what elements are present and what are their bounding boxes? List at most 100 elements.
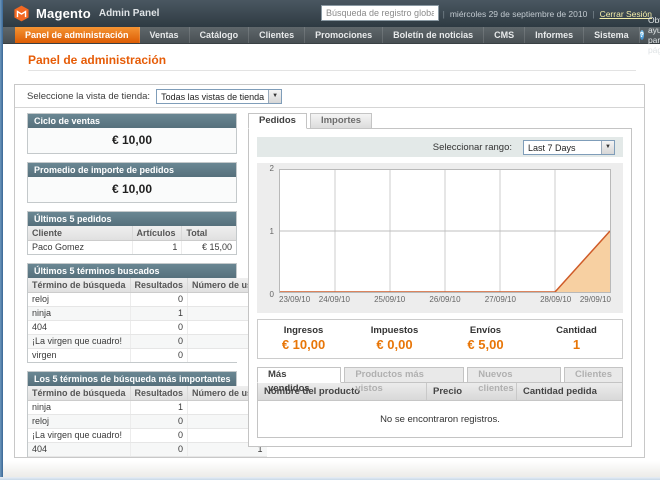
order-customer: Paco Gomez xyxy=(28,241,132,255)
current-date: miércoles 29 de septiembre de 2010 xyxy=(450,9,588,19)
bottom-tabs: Más vendidos Productos más vistos Nuevos… xyxy=(257,367,623,383)
chart-x-axis: 23/09/10 24/09/10 25/09/10 26/09/10 27/09/10… xyxy=(279,293,611,306)
last-orders-card: Últimos 5 pedidos Cliente Artículos Tota… xyxy=(27,211,237,255)
column-header: Término de búsqueda xyxy=(28,386,130,401)
table-row[interactable]: ¡La virgen que cuadro! 0 2 xyxy=(28,335,267,349)
table-row[interactable]: ninja 1 10 xyxy=(28,307,267,321)
page-title: Panel de administración xyxy=(28,53,166,67)
logout-link[interactable]: Cerrar Sesión xyxy=(600,9,652,19)
average-order-card: Promedio de importe de pedidos € 10,00 xyxy=(27,162,237,203)
chart-x-tick: 28/09/10 xyxy=(540,295,571,304)
table-row[interactable]: virge 0 1 xyxy=(28,457,267,458)
nav-item-ventas[interactable]: Ventas xyxy=(140,27,190,43)
tab-importes[interactable]: Importes xyxy=(310,113,372,129)
brand-name: Magento xyxy=(36,6,91,21)
last-orders-title: Últimos 5 pedidos xyxy=(28,212,236,226)
help-icon: ? xyxy=(640,30,644,40)
nav-item-cms[interactable]: CMS xyxy=(484,27,525,43)
table-row[interactable]: virgen 0 1 xyxy=(28,349,267,363)
stat-impuestos: Impuestos € 0,00 xyxy=(349,325,440,352)
chevron-down-icon: ▼ xyxy=(268,90,281,103)
global-search-input[interactable] xyxy=(321,5,439,21)
chart-y-tick: 1 xyxy=(270,228,274,236)
tab-nuevos-clientes[interactable]: Nuevos clientes xyxy=(467,367,561,383)
average-order-value: € 10,00 xyxy=(28,177,236,202)
chart-x-tick: 27/09/10 xyxy=(485,295,516,304)
column-header: Total xyxy=(182,226,236,241)
nav-item-promociones[interactable]: Promociones xyxy=(305,27,383,43)
lifetime-sales-title: Ciclo de ventas xyxy=(28,114,236,128)
orders-panel: Seleccionar rango: Last 7 Days ▼ 0 1 2 23/… xyxy=(248,128,632,447)
orders-chart: 0 1 2 23/09/10 24/09/10 25/09/10 26/09/10 27/0… xyxy=(257,163,623,313)
tab-mas-vendidos[interactable]: Más vendidos xyxy=(257,367,341,383)
separator: | xyxy=(592,9,594,19)
tab-clientes[interactable]: Clientes xyxy=(564,367,623,383)
lifetime-sales-value: € 10,00 xyxy=(28,128,236,153)
magento-admin-dashboard: Magento Admin Panel Accedió como apardo … xyxy=(0,0,660,480)
order-items: 1 xyxy=(132,241,182,255)
average-order-title: Promedio de importe de pedidos xyxy=(28,163,236,177)
nav-item-boletin[interactable]: Boletín de noticias xyxy=(383,27,484,43)
stat-ingresos: Ingresos € 10,00 xyxy=(258,325,349,352)
dashboard-left-column: Ciclo de ventas € 10,00 Promedio de impo… xyxy=(27,113,237,447)
range-select[interactable]: Last 7 Days ▼ xyxy=(523,140,615,155)
range-label: Seleccionar rango: xyxy=(433,142,512,153)
nav-item-catalogo[interactable]: Catálogo xyxy=(190,27,250,43)
column-header: Artículos xyxy=(132,226,182,241)
bestsellers-empty-row: No se encontraron registros. xyxy=(258,401,622,437)
nav-item-informes[interactable]: Informes xyxy=(525,27,584,43)
column-header: Resultados xyxy=(130,278,188,293)
table-row[interactable]: reloj 0 2 xyxy=(28,293,267,307)
totals-bar: Ingresos € 10,00 Impuestos € 0,00 Envíos… xyxy=(257,319,623,359)
table-row[interactable]: Paco Gomez 1 € 15,00 xyxy=(28,241,236,255)
order-total: € 15,00 xyxy=(182,241,236,255)
dashboard-content: Ciclo de ventas € 10,00 Promedio de impo… xyxy=(15,109,644,457)
top-search-terms-card: Los 5 términos de búsqueda más important… xyxy=(27,371,237,457)
store-view-bar: Seleccione la vista de tienda: Todas las… xyxy=(15,85,644,108)
top-search-terms-title: Los 5 términos de búsqueda más important… xyxy=(28,372,236,386)
chevron-down-icon: ▼ xyxy=(601,141,614,154)
orders-area-svg xyxy=(280,170,610,292)
bestsellers-header: Nombre del producto Precio Cantidad pedi… xyxy=(258,383,622,401)
last-search-terms-title: Últimos 5 términos buscados xyxy=(28,264,236,278)
dashboard-right-column: Pedidos Importes Seleccionar rango: Last… xyxy=(248,113,632,447)
column-header: Resultados xyxy=(130,386,188,401)
range-bar: Seleccionar rango: Last 7 Days ▼ xyxy=(257,137,623,157)
column-header: Cantidad pedida xyxy=(517,383,622,400)
column-header: Término de búsqueda xyxy=(28,278,130,293)
magento-logo: Magento Admin Panel xyxy=(13,5,159,22)
nav-item-sistema[interactable]: Sistema xyxy=(584,27,640,43)
chart-x-tick: 24/09/10 xyxy=(319,295,350,304)
top-search-terms-table: Término de búsqueda Resultados Número de… xyxy=(28,386,267,457)
lifetime-sales-card: Ciclo de ventas € 10,00 xyxy=(27,113,237,154)
chart-x-tick: 29/09/10 xyxy=(580,295,611,304)
table-row[interactable]: reloj 0 2 xyxy=(28,415,267,429)
chart-y-tick: 2 xyxy=(270,165,274,173)
chart-x-tick: 25/09/10 xyxy=(374,295,405,304)
stat-envios: Envíos € 5,00 xyxy=(440,325,531,352)
table-row[interactable]: ¡La virgen que cuadro! 0 2 xyxy=(28,429,267,443)
get-help-link[interactable]: ? Obtener ayuda para esta página xyxy=(640,27,660,43)
separator: | xyxy=(443,9,445,19)
dashboard-container: Seleccione la vista de tienda: Todas las… xyxy=(14,84,645,458)
title-divider xyxy=(28,70,636,71)
bestsellers-table: Nombre del producto Precio Cantidad pedi… xyxy=(257,382,623,438)
table-row[interactable]: 404 0 1 xyxy=(28,443,267,457)
nav-item-panel-de-administracion[interactable]: Panel de administración xyxy=(15,27,140,43)
tab-productos-mas-vistos[interactable]: Productos más vistos xyxy=(344,367,464,383)
column-header: Cliente xyxy=(28,226,132,241)
magento-logo-icon xyxy=(13,5,30,22)
table-row[interactable]: ninja 1 10 xyxy=(28,401,267,415)
page-bottom-fade xyxy=(3,461,660,477)
chart-x-tick: 23/09/10 xyxy=(279,295,310,304)
tab-pedidos[interactable]: Pedidos xyxy=(248,113,307,129)
nav-item-clientes[interactable]: Clientes xyxy=(249,27,305,43)
store-view-select[interactable]: Todas las vistas de tienda ▼ xyxy=(156,89,282,104)
table-row[interactable]: 404 0 1 xyxy=(28,321,267,335)
empty-message: No se encontraron registros. xyxy=(380,414,500,425)
last-search-terms-card: Últimos 5 términos buscados Término de b… xyxy=(27,263,237,363)
chart-y-tick: 0 xyxy=(270,291,274,299)
chart-x-tick: 26/09/10 xyxy=(429,295,460,304)
main-nav: Panel de administración Ventas Catálogo … xyxy=(3,27,660,44)
help-label: Obtener ayuda para esta página xyxy=(648,15,660,55)
